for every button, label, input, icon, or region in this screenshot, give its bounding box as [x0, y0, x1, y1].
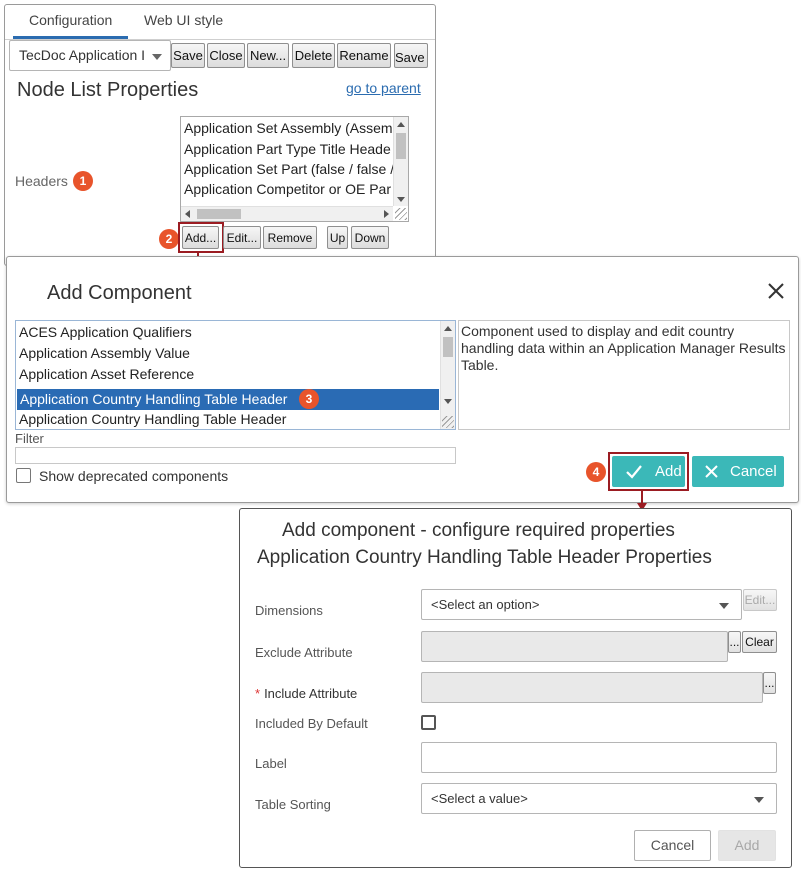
list-item[interactable]: Application Set Part (false / false /	[184, 161, 394, 177]
list-item[interactable]: ACES Application Qualifiers	[19, 324, 192, 340]
remove-header-button[interactable]: Remove	[263, 226, 317, 249]
cancel-dialog-button[interactable]: Cancel	[692, 456, 784, 487]
include-attribute-label: * Include Attribute	[255, 686, 357, 701]
label-input[interactable]	[421, 742, 777, 773]
headers-list[interactable]: Application Set Assembly (Assem Applicat…	[180, 116, 409, 222]
list-item[interactable]: Application Competitor or OE Par	[184, 181, 391, 197]
component-description: Component used to display and edit count…	[458, 320, 790, 430]
callout-badge-1: 1	[73, 171, 93, 191]
scroll-down-icon[interactable]	[444, 399, 452, 404]
vertical-scrollbar[interactable]	[440, 321, 455, 429]
vertical-scrollbar[interactable]	[393, 117, 408, 206]
exclude-clear-button[interactable]: Clear	[742, 631, 777, 653]
panel-title: Add component - configure required prope…	[282, 520, 675, 541]
new-button[interactable]: New...	[247, 43, 289, 68]
table-sorting-select[interactable]: <Select a value>	[421, 783, 777, 814]
headers-label: Headers	[15, 173, 68, 189]
label-field-label: Label	[255, 756, 287, 771]
include-attribute-field[interactable]	[421, 672, 763, 703]
dimensions-select[interactable]: <Select an option>	[421, 589, 742, 620]
add-component-dialog: Add Component ACES Application Qualifier…	[6, 256, 799, 503]
resize-grip-icon[interactable]	[395, 208, 407, 220]
scroll-left-icon[interactable]	[185, 210, 190, 218]
cancel-button[interactable]: Cancel	[634, 830, 711, 861]
table-sorting-value: <Select a value>	[431, 791, 528, 806]
list-item[interactable]: Application Set Assembly (Assem	[184, 120, 393, 136]
chevron-down-icon	[754, 797, 764, 803]
included-by-default-label: Included By Default	[255, 716, 368, 731]
go-to-parent-link[interactable]: go to parent	[346, 80, 421, 96]
close-icon[interactable]	[766, 281, 786, 301]
dimensions-edit-button[interactable]: Edit...	[743, 589, 777, 611]
list-item[interactable]: Application Country Handling Table Heade…	[19, 411, 286, 427]
arrow-line	[641, 490, 643, 504]
scroll-right-icon[interactable]	[384, 210, 389, 218]
tab-configuration[interactable]: Configuration	[12, 12, 129, 39]
node-list-properties-panel: Configuration Web UI style TecDoc Applic…	[4, 4, 436, 266]
scroll-up-icon[interactable]	[444, 326, 452, 331]
dialog-title: Add Component	[47, 282, 192, 304]
scrollbar-thumb[interactable]	[197, 209, 241, 219]
panel-subtitle: Application Country Handling Table Heade…	[257, 547, 712, 568]
exclude-attribute-label: Exclude Attribute	[255, 645, 353, 660]
tab-web-ui-style[interactable]: Web UI style	[144, 12, 223, 28]
dimensions-value: <Select an option>	[431, 597, 540, 612]
configure-properties-panel: Add component - configure required prope…	[239, 508, 792, 868]
list-item[interactable]: Application Assembly Value	[19, 345, 190, 361]
list-item-label: Application Country Handling Table Heade…	[20, 391, 288, 407]
highlight-box	[178, 222, 224, 253]
table-sorting-label: Table Sorting	[255, 797, 331, 812]
show-deprecated-checkbox[interactable]	[16, 468, 31, 483]
add-button[interactable]: Add	[718, 830, 776, 861]
included-by-default-checkbox[interactable]	[421, 715, 436, 730]
component-list[interactable]: ACES Application Qualifiers Application …	[15, 320, 456, 430]
application-select-value: TecDoc Application I	[19, 47, 146, 63]
include-browse-button[interactable]: ...	[763, 672, 776, 694]
callout-badge-2: 2	[159, 229, 179, 249]
horizontal-scrollbar[interactable]	[181, 206, 393, 221]
dimensions-label: Dimensions	[255, 603, 323, 618]
callout-badge-3: 3	[299, 389, 319, 409]
highlight-box	[608, 452, 689, 491]
show-deprecated-label: Show deprecated components	[39, 468, 229, 484]
callout-badge-4: 4	[586, 462, 606, 482]
exclude-browse-button[interactable]: ...	[728, 631, 741, 653]
include-attribute-text: Include Attribute	[264, 686, 358, 701]
list-item-selected[interactable]: Application Country Handling Table Heade…	[17, 389, 439, 410]
edit-header-button[interactable]: Edit...	[223, 226, 261, 249]
move-down-button[interactable]: Down	[351, 226, 389, 249]
save-as-button[interactable]: Save as	[394, 43, 428, 68]
close-icon	[705, 465, 718, 478]
scrollbar-thumb[interactable]	[396, 133, 406, 159]
exclude-attribute-field[interactable]	[421, 631, 728, 662]
list-item[interactable]: Application Part Type Title Heade	[184, 141, 391, 157]
rename-button[interactable]: Rename	[337, 43, 391, 68]
close-button[interactable]: Close	[207, 43, 245, 68]
required-marker: *	[255, 686, 261, 701]
save-button[interactable]: Save	[171, 43, 205, 68]
scrollbar-thumb[interactable]	[443, 337, 453, 357]
resize-grip-icon[interactable]	[442, 416, 454, 428]
application-select[interactable]: TecDoc Application I	[9, 40, 171, 71]
tab-bar: Configuration Web UI style	[12, 5, 393, 39]
list-item[interactable]: Application Asset Reference	[19, 366, 194, 382]
filter-input[interactable]	[15, 447, 456, 464]
cancel-dialog-label: Cancel	[730, 463, 777, 480]
chevron-down-icon	[152, 54, 162, 60]
page-title: Node List Properties	[17, 79, 199, 101]
chevron-down-icon	[719, 603, 729, 609]
scroll-up-icon[interactable]	[397, 122, 405, 127]
filter-label: Filter	[15, 431, 44, 446]
move-up-button[interactable]: Up	[327, 226, 348, 249]
scroll-down-icon[interactable]	[397, 197, 405, 202]
delete-button[interactable]: Delete	[292, 43, 335, 68]
